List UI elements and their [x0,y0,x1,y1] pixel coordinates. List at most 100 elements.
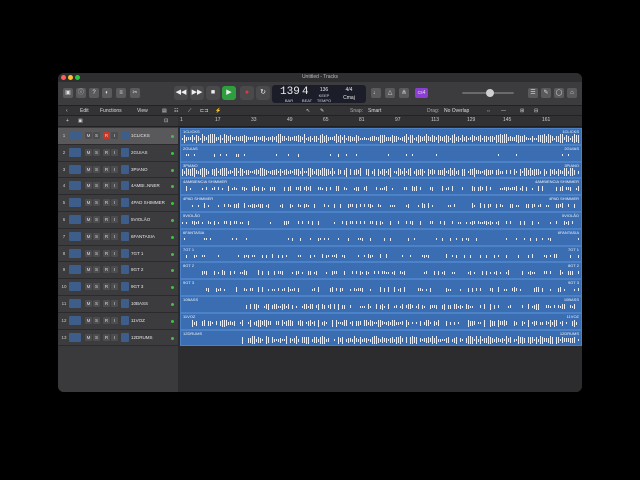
record-enable-button[interactable]: R [103,148,110,156]
record-enable-button[interactable]: R [103,199,110,207]
mute-button[interactable]: M [85,148,92,156]
track-header[interactable]: 7 M S R I 6FANTASIA [58,228,178,246]
vertical-zoom-icon[interactable]: ⊟ [534,108,538,114]
track-header[interactable]: 5 M S R I 4PAD SHIMMER [58,195,178,212]
count-in-icon[interactable]: ♩ [371,88,381,98]
lcd-display[interactable]: 139 4 BAR BEAT 136 KEEP TEMPO 4/4 Cmaj [272,85,366,103]
browsers-icon[interactable]: ⌂ [567,88,577,98]
functions-menu[interactable]: Functions [100,108,122,114]
input-monitor-button[interactable]: I [111,266,118,274]
horizontal-zoom-icon[interactable]: ⊞ [520,108,524,114]
solo-button[interactable]: S [93,148,100,156]
inspector-icon[interactable]: ⓘ [76,88,86,98]
help-icon[interactable]: ? [89,88,99,98]
record-enable-button[interactable]: R [103,283,110,291]
track-header[interactable]: 1 M S R I 1CLICKS [58,128,178,145]
pencil-tool-icon[interactable]: ✎ [320,108,324,114]
mute-button[interactable]: M [85,182,92,190]
mute-button[interactable]: M [85,249,92,257]
track-name[interactable]: 9GT 3 [131,284,143,289]
solo-button[interactable]: S [93,316,100,324]
solo-button[interactable]: S [93,232,100,240]
snap-select[interactable]: Smart [368,108,381,114]
audio-region[interactable]: 9GT 3 9GT 3 [180,279,582,296]
mute-button[interactable]: M [85,333,92,341]
input-monitor-button[interactable]: I [111,300,118,307]
solo-button[interactable]: S [93,300,100,307]
zoom-slider[interactable]: — [501,108,506,114]
audio-region[interactable]: 10BASS 10BASS [180,296,582,313]
audio-region[interactable]: 4PAD SHIMMER 4PAD SHIMMER [180,195,582,212]
record-enable-button[interactable]: R [103,132,110,139]
automation-icon[interactable]: ⟋ [188,108,192,114]
mute-button[interactable]: M [85,216,92,223]
loop-browser-icon[interactable]: ◯ [554,88,564,98]
audio-region[interactable]: 5VIOLÃO 5VIOLÃO [180,212,582,229]
input-monitor-button[interactable]: I [111,165,118,173]
track-name[interactable]: 7GT 1 [131,251,143,256]
track-name[interactable]: 8GT 2 [131,267,143,272]
record-enable-button[interactable]: R [103,165,110,173]
track-name[interactable]: 10BASS [131,301,148,306]
view-menu[interactable]: View [137,108,148,114]
track-name[interactable]: 4AMBI..NNER [131,183,160,188]
play-button[interactable]: ▶ [222,86,236,100]
solo-button[interactable]: S [93,249,100,257]
pointer-tool-icon[interactable]: ↖ [306,108,310,114]
mute-button[interactable]: M [85,283,92,291]
tuner-icon[interactable]: ⋔ [399,88,409,98]
stop-button[interactable]: ■ [206,86,220,100]
track-header[interactable]: 13 M S R I 12DRUMS [58,329,178,347]
input-monitor-button[interactable]: I [111,232,118,240]
mute-button[interactable]: M [85,165,92,173]
input-monitor-button[interactable]: I [111,316,118,324]
track-header[interactable]: 9 M S R I 8GT 2 [58,262,178,280]
input-monitor-button[interactable]: I [111,182,118,190]
flex-icon[interactable]: ⊏⊐ [200,108,208,114]
track-name[interactable]: 5VIOLÃO [131,217,150,222]
rewind-button[interactable]: ◀◀ [174,86,188,100]
input-monitor-button[interactable]: I [111,199,118,207]
input-monitor-button[interactable]: I [111,283,118,291]
audio-region[interactable]: 1CLICKS 1CLICKS [180,128,582,145]
track-name[interactable]: 3PIANO [131,167,148,172]
audio-region[interactable]: 2GUIAS 2GUIAS [180,144,582,162]
solo-button[interactable]: S [93,182,100,190]
editors-icon[interactable]: ✂ [130,88,140,98]
mute-button[interactable]: M [85,232,92,240]
mute-button[interactable]: M [85,316,92,324]
solo-button[interactable]: S [93,165,100,173]
solo-button[interactable]: S [93,266,100,274]
record-enable-button[interactable]: R [103,182,110,190]
smart-controls-icon[interactable]: ◐ [102,88,112,98]
rec-badge[interactable]: cs4 [415,88,428,98]
input-monitor-button[interactable]: I [111,132,118,139]
track-name[interactable]: 1CLICKS [131,133,150,138]
record-enable-button[interactable]: R [103,300,110,307]
solo-button[interactable]: S [93,216,100,223]
mixer-icon[interactable]: ≡ [116,88,126,98]
drag-select[interactable]: No Overlap [444,108,469,114]
track-options-icon[interactable]: ⊡ [164,118,168,124]
audio-region[interactable]: 11VOZ 11VOZ [180,312,582,330]
bar-ruler[interactable]: 1 17 33 49 65 81 97 113 129 145 161 [178,116,582,127]
solo-button[interactable]: S [93,333,100,341]
solo-button[interactable]: S [93,199,100,207]
track-name[interactable]: 2GUIAS [131,150,148,155]
edit-menu[interactable]: Edit [80,108,89,114]
notepad-icon[interactable]: ✎ [541,88,551,98]
solo-button[interactable]: S [93,283,100,291]
track-header[interactable]: 2 M S R I 2GUIAS [58,144,178,162]
input-monitor-button[interactable]: I [111,333,118,341]
track-header[interactable]: 4 M S R I 4AMBI..NNER [58,178,178,196]
track-header[interactable]: 3 M S R I 3PIANO [58,161,178,179]
track-name[interactable]: 6FANTASIA [131,234,155,239]
metronome-icon[interactable]: △ [385,88,395,98]
record-enable-button[interactable]: R [103,333,110,341]
forward-button[interactable]: ▶▶ [190,86,204,100]
input-monitor-button[interactable]: I [111,148,118,156]
audio-region[interactable]: 4AMBIENCIA SHIMMER 4AMBIENCIA SHIMMER [180,178,582,196]
solo-button[interactable]: S [93,132,100,139]
track-name[interactable]: 4PAD SHIMMER [131,200,165,205]
grid-view-icon[interactable]: ☷ [174,108,178,114]
